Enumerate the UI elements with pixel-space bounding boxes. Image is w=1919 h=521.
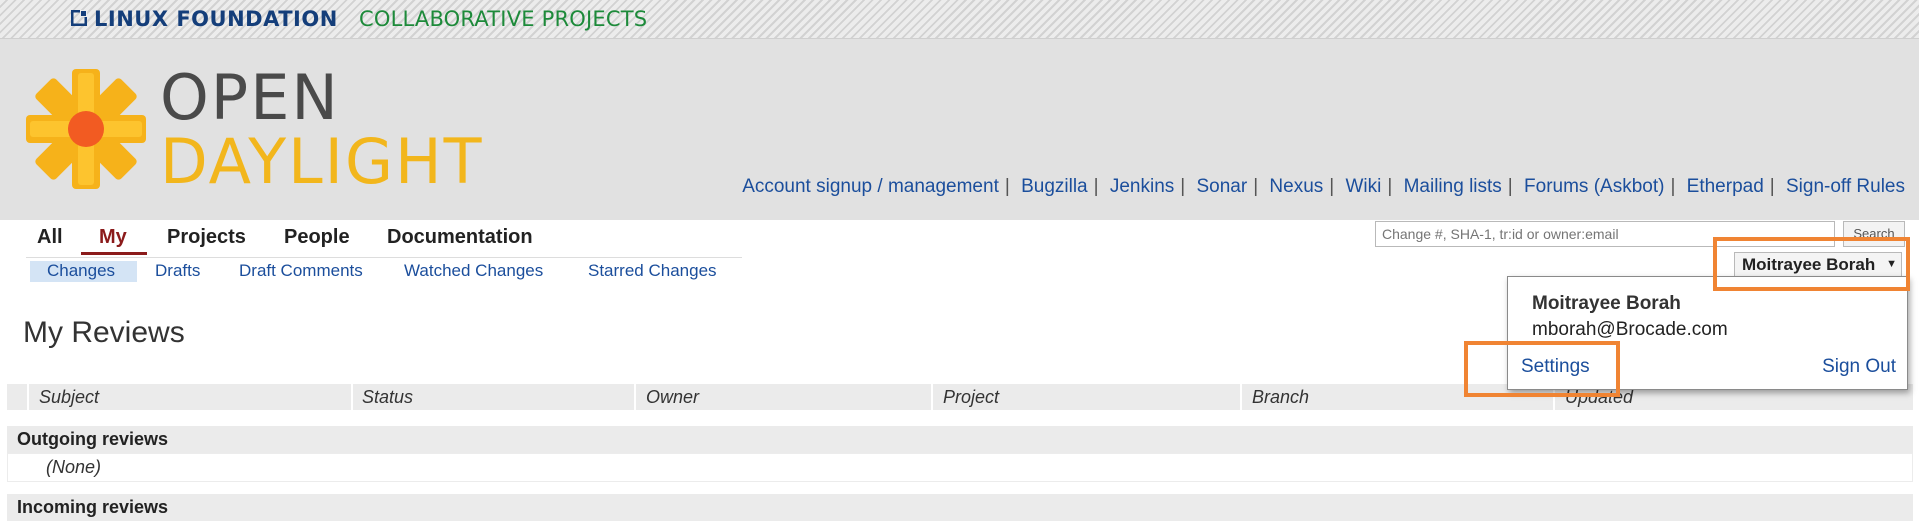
nav-people[interactable]: People <box>284 226 350 249</box>
linux-foundation-banner: LINUX FOUNDATION COLLABORATIVE PROJECTS <box>0 0 1919 39</box>
external-links-bar: Account signup / management | Bugzilla | J… <box>742 176 1905 197</box>
linux-foundation-logo-icon <box>71 10 87 26</box>
logo-text-daylight: DAYLIGHT <box>160 125 484 198</box>
subnav-watched-changes[interactable]: Watched Changes <box>404 261 543 281</box>
link-bugzilla[interactable]: Bugzilla <box>1021 176 1088 197</box>
subnav-changes[interactable]: Changes <box>47 261 115 281</box>
subnav-starred-changes[interactable]: Starred Changes <box>588 261 717 281</box>
link-nexus[interactable]: Nexus <box>1269 176 1323 197</box>
subnav-drafts[interactable]: Drafts <box>155 261 200 281</box>
link-wiki[interactable]: Wiki <box>1345 176 1381 197</box>
popup-user-name: Moitrayee Borah <box>1532 293 1681 314</box>
column-header-owner: Owner <box>646 387 700 407</box>
subnav-draft-comments[interactable]: Draft Comments <box>239 261 363 281</box>
page-title: My Reviews <box>23 316 185 349</box>
section-outgoing-reviews: Outgoing reviews <box>7 426 1913 453</box>
section-title: Incoming reviews <box>17 497 169 517</box>
link-jenkins[interactable]: Jenkins <box>1110 176 1174 197</box>
highlight-box-user-menu <box>1713 237 1910 291</box>
sign-out-link[interactable]: Sign Out <box>1822 356 1896 378</box>
empty-text: (None) <box>46 457 102 477</box>
active-tab-underline <box>81 252 147 255</box>
linux-foundation-name: LINUX FOUNDATION <box>94 7 338 31</box>
link-sonar[interactable]: Sonar <box>1196 176 1247 197</box>
link-forums[interactable]: Forums (Askbot) <box>1524 176 1664 197</box>
column-header-branch: Branch <box>1252 387 1310 407</box>
nav-all[interactable]: All <box>37 226 63 249</box>
highlight-box-settings <box>1464 341 1620 397</box>
link-account-signup[interactable]: Account signup / management <box>742 176 999 197</box>
column-header-status: Status <box>362 387 414 407</box>
nav-projects[interactable]: Projects <box>167 226 246 249</box>
logo-text-open: OPEN <box>160 61 340 134</box>
popup-user-email: mborah@Brocade.com <box>1532 319 1728 340</box>
link-mailing-lists[interactable]: Mailing lists <box>1404 176 1502 197</box>
opendaylight-flower-icon <box>26 69 146 189</box>
column-header-project: Project <box>943 387 1000 407</box>
section-title: Outgoing reviews <box>17 429 169 449</box>
link-etherpad[interactable]: Etherpad <box>1687 176 1764 197</box>
nav-divider <box>26 257 742 258</box>
section-incoming-reviews: Incoming reviews <box>7 494 1913 521</box>
link-sign-off-rules[interactable]: Sign-off Rules <box>1786 176 1905 197</box>
nav-my[interactable]: My <box>99 226 127 249</box>
collaborative-projects-text: COLLABORATIVE PROJECTS <box>359 7 648 31</box>
empty-row: (None) <box>7 453 1913 482</box>
column-header-subject: Subject <box>39 387 100 407</box>
nav-documentation[interactable]: Documentation <box>387 226 533 249</box>
